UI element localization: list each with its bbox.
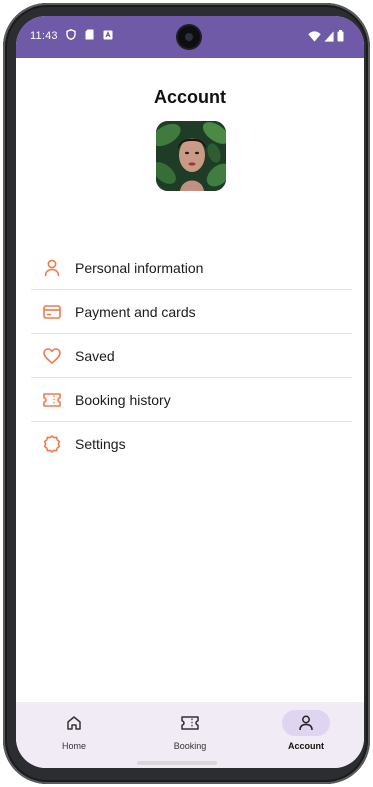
page-title: Account: [154, 87, 226, 107]
phone-frame: 11:43 Account Personal information Payme…: [3, 3, 370, 784]
menu-label: Saved: [75, 347, 115, 364]
bottom-navigation: Home Booking Account: [16, 702, 364, 768]
app-notification-icon: [103, 30, 113, 39]
menu-label: Payment and cards: [75, 303, 196, 320]
sd-card-icon: [85, 29, 94, 40]
ticket-icon: [166, 710, 214, 736]
account-menu: Personal information Payment and cards S…: [31, 246, 352, 466]
nav-item-home[interactable]: Home: [29, 710, 119, 751]
nav-label: Booking: [173, 741, 207, 751]
nav-label: Account: [288, 741, 324, 751]
profile-photo: [156, 121, 226, 191]
heart-icon: [41, 345, 63, 367]
front-camera: [178, 26, 200, 48]
status-time: 11:43: [30, 30, 58, 42]
person-icon: [41, 257, 63, 279]
menu-item-booking-history[interactable]: Booking history: [31, 378, 352, 422]
status-bar: 11:43: [16, 16, 364, 58]
nav-label: Home: [61, 741, 86, 751]
home-indicator[interactable]: [137, 761, 217, 765]
battery-icon: [337, 30, 344, 42]
menu-item-payment-and-cards[interactable]: Payment and cards: [31, 290, 352, 334]
credit-card-icon: [41, 301, 63, 323]
menu-item-personal-information[interactable]: Personal information: [31, 246, 352, 290]
nav-item-account[interactable]: Account: [261, 710, 351, 751]
person-icon: [282, 710, 330, 736]
wifi-icon: [308, 30, 321, 42]
menu-label: Booking history: [75, 391, 171, 408]
app-screen: 11:43 Account Personal information Payme…: [16, 16, 364, 768]
avatar[interactable]: [156, 121, 226, 191]
menu-label: Settings: [75, 436, 126, 452]
shield-icon: [66, 29, 76, 40]
gear-icon: [41, 433, 63, 455]
signal-icon: [324, 30, 334, 42]
menu-label: Personal information: [75, 259, 204, 276]
nav-item-booking[interactable]: Booking: [145, 710, 235, 751]
menu-item-settings[interactable]: Settings: [31, 422, 352, 466]
menu-item-saved[interactable]: Saved: [31, 334, 352, 378]
home-icon: [50, 710, 98, 736]
ticket-icon: [41, 389, 63, 411]
